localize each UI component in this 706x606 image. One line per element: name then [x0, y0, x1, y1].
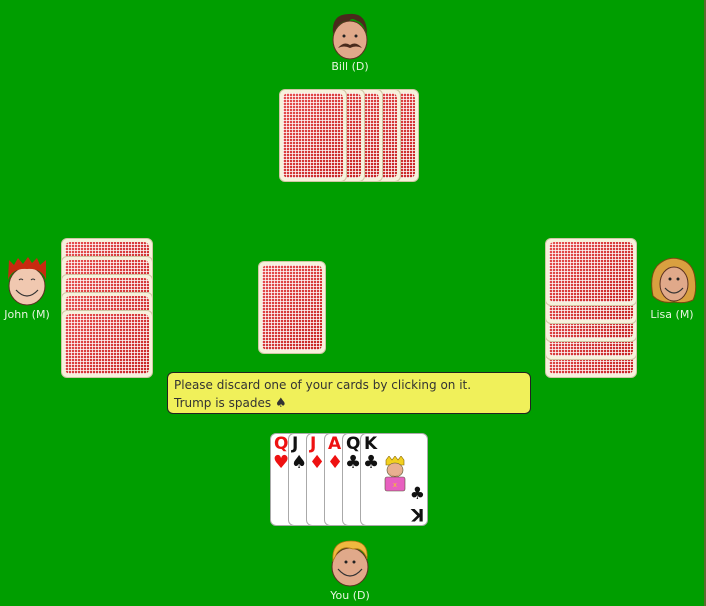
avatar-blonde-woman-icon	[651, 257, 697, 304]
player-bill: Bill (D)	[322, 8, 378, 73]
clubs-icon: ♣	[363, 452, 380, 473]
lisa-avatar	[649, 256, 697, 308]
you-avatar	[327, 537, 373, 589]
hearts-icon: ♥	[273, 452, 290, 473]
message-box: Please discard one of your cards by clic…	[167, 372, 531, 414]
trump-text: Trump is spades	[174, 396, 272, 410]
avatar-man-mustache-icon	[332, 13, 368, 60]
message-line2: Trump is spades ♠	[174, 394, 524, 413]
avatar-blond-man-icon	[331, 540, 369, 587]
john-name: John (M)	[4, 308, 50, 321]
svg-text:x: x	[393, 481, 397, 489]
spades-icon: ♠	[291, 452, 308, 473]
avatar-redhead-icon	[8, 257, 46, 306]
diamonds-icon: ♦	[327, 452, 344, 473]
john-avatar	[4, 256, 50, 308]
spade-icon: ♠	[274, 396, 287, 411]
you-name: You (D)	[330, 589, 370, 602]
player-you: You (D)	[322, 537, 378, 602]
bill-avatar	[327, 8, 373, 60]
card-rank-bottom: K	[410, 504, 424, 524]
john-card	[61, 310, 153, 378]
diamonds-icon: ♦	[309, 452, 326, 473]
lisa-name: Lisa (M)	[650, 308, 694, 321]
lisa-card	[545, 238, 637, 306]
player-john: John (M)	[2, 256, 52, 321]
clubs-icon: ♣	[345, 452, 362, 473]
center-card	[258, 261, 326, 354]
king-figure-icon: x	[384, 456, 406, 492]
hand-card[interactable]: K ♣ x ♣ K	[360, 433, 428, 526]
bill-card	[279, 89, 347, 182]
player-lisa: Lisa (M)	[646, 256, 698, 321]
message-line1: Please discard one of your cards by clic…	[174, 378, 472, 392]
bill-name: Bill (D)	[331, 60, 369, 73]
clubs-icon: ♣	[409, 484, 425, 504]
